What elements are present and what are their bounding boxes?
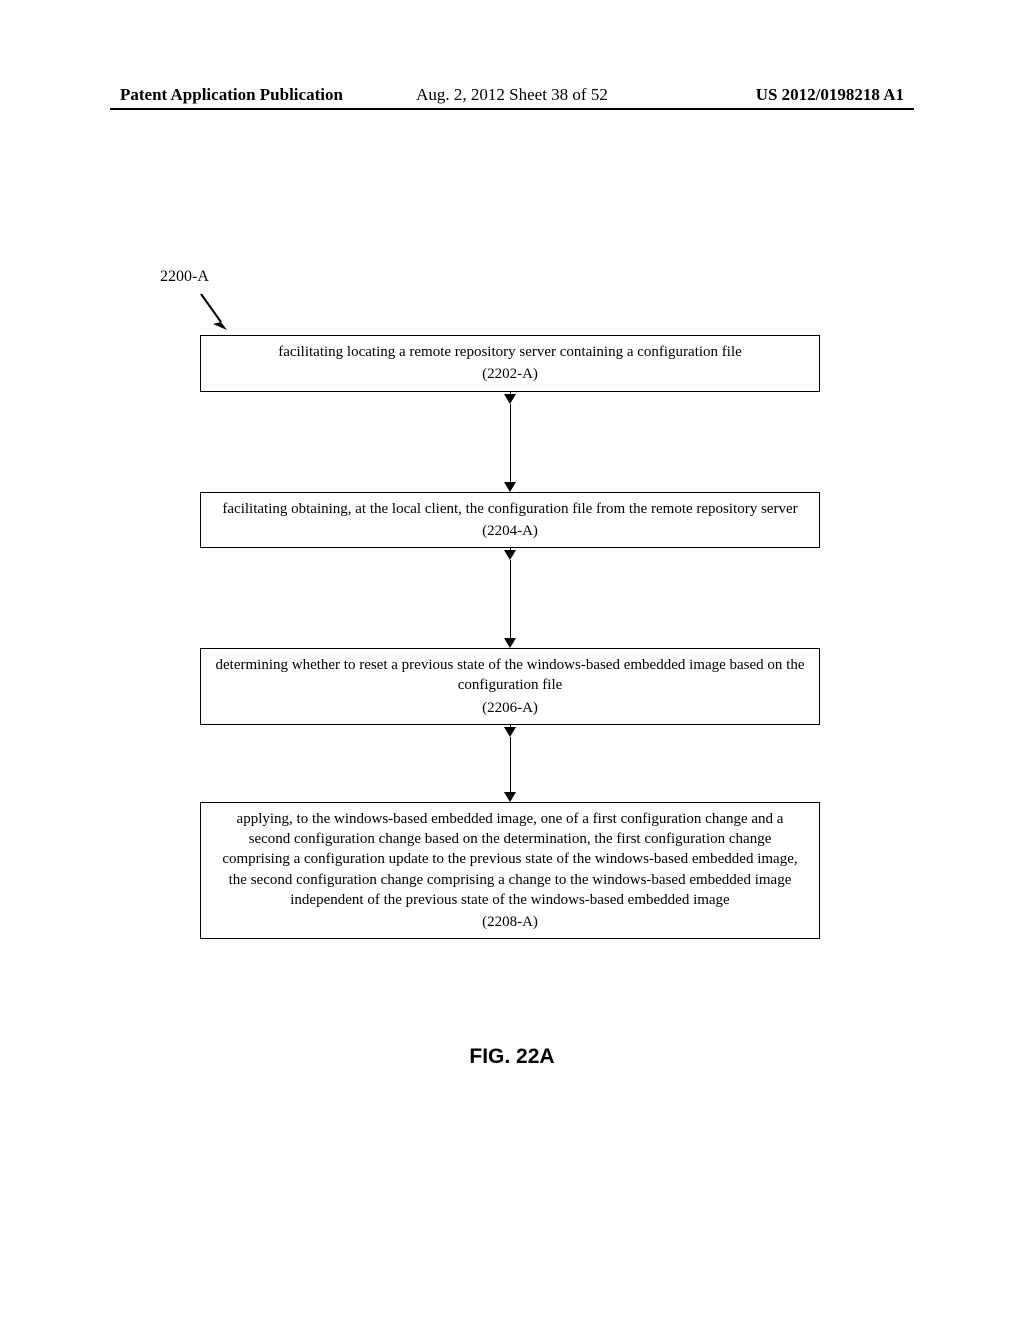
chevron-down-icon (504, 792, 516, 802)
connector-line (510, 560, 511, 638)
header-left: Patent Application Publication (120, 85, 343, 105)
flowchart-reference-label: 2200-A (160, 268, 209, 286)
chevron-down-icon (504, 638, 516, 648)
flow-box-text: facilitating locating a remote repositor… (278, 344, 742, 360)
flow-box-2208a: applying, to the windows-based embedded … (200, 802, 820, 940)
flow-connector (200, 392, 820, 492)
flow-connector (200, 725, 820, 802)
connector-line (510, 404, 511, 482)
page-header: Patent Application Publication Aug. 2, 2… (0, 85, 1024, 105)
flow-box-text: facilitating obtaining, at the local cli… (222, 501, 797, 517)
flowchart-reference-arrow (195, 288, 235, 341)
flowchart: facilitating locating a remote repositor… (200, 335, 820, 939)
flow-box-ref: (2206-A) (215, 698, 805, 718)
header-center: Aug. 2, 2012 Sheet 38 of 52 (416, 85, 608, 105)
chevron-down-icon (504, 394, 516, 404)
flow-box-2204a: facilitating obtaining, at the local cli… (200, 492, 820, 549)
chevron-down-icon (504, 727, 516, 737)
flow-connector (200, 548, 820, 648)
flow-box-ref: (2202-A) (215, 364, 805, 384)
chevron-down-icon (504, 550, 516, 560)
flow-box-ref: (2208-A) (215, 912, 805, 932)
flow-box-2202a: facilitating locating a remote repositor… (200, 335, 820, 392)
flow-box-2206a: determining whether to reset a previous … (200, 648, 820, 725)
connector-line (510, 737, 511, 792)
flow-box-text: determining whether to reset a previous … (216, 657, 805, 693)
chevron-down-icon (504, 482, 516, 492)
figure-caption: FIG. 22A (0, 1045, 1024, 1069)
header-right: US 2012/0198218 A1 (756, 85, 904, 105)
flow-box-text: applying, to the windows-based embedded … (222, 811, 797, 908)
header-rule (110, 108, 914, 110)
flow-box-ref: (2204-A) (215, 521, 805, 541)
